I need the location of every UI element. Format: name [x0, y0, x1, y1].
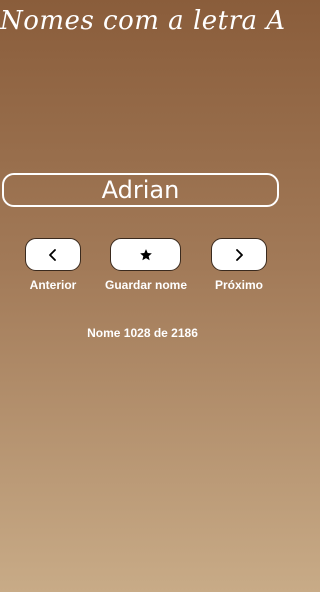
save-name-button[interactable]	[110, 238, 181, 271]
next-button[interactable]	[211, 238, 267, 271]
previous-button[interactable]	[25, 238, 81, 271]
current-name-text: Adrian	[101, 176, 180, 204]
star-icon	[139, 248, 153, 262]
chevron-right-icon	[232, 248, 246, 262]
current-name-display: Adrian	[2, 173, 279, 207]
previous-button-label: Anterior	[29, 278, 77, 292]
chevron-left-icon	[46, 248, 60, 262]
name-counter: Nome 1028 de 2186	[87, 326, 198, 340]
next-button-label: Próximo	[214, 278, 263, 292]
save-name-button-label: Guardar nome	[104, 278, 188, 292]
page-title: Nomes com a letra A	[0, 6, 286, 36]
